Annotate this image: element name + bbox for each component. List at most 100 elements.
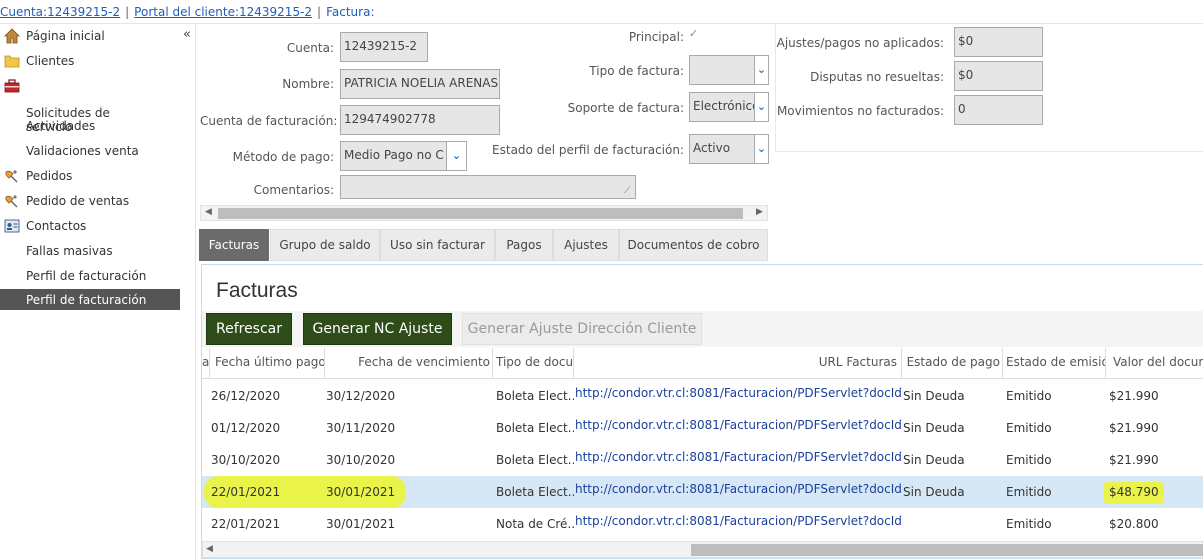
cell-fecha-pago: 26/12/2020 [211,389,281,403]
breadcrumb-portal-link[interactable]: Portal del cliente:12439215-2 [134,5,312,19]
chevron-down-icon[interactable]: ⌄ [754,93,768,121]
column-header[interactable]: a [202,348,210,378]
tab-ajustes[interactable]: Ajustes [553,229,619,261]
cell-fecha-venc: 30/10/2020 [326,453,396,467]
cell-tipo-doc: Boleta Elect... [496,421,574,435]
generate-address-button[interactable]: Generar Ajuste Dirección Cliente [462,313,702,345]
movimientos-label: Movimientos no facturados: [776,104,944,118]
form-horizontal-scrollbar[interactable]: ◀ ▶ [200,205,768,221]
tab-grupo-saldo[interactable]: Grupo de saldo [270,229,380,261]
column-header-estado-pago[interactable]: Estado de pago [902,348,1003,378]
scrollbar-thumb[interactable] [691,544,1203,556]
cell-url-link[interactable]: http://condor.vtr.cl:8081/Facturacion/PD… [575,418,902,432]
sidebar-item-pedidos[interactable]: Pedidos [0,165,180,187]
tab-documentos-cobro[interactable]: Documentos de cobro [619,229,768,261]
table-row[interactable]: 22/01/2021 30/01/2021 Nota de Cré... htt… [202,508,1203,540]
tab-uso-sin-facturar[interactable]: Uso sin facturar [380,229,495,261]
sidebar-item-validaciones-venta[interactable]: Validaciones venta [0,140,180,162]
chevron-down-icon[interactable]: ⌄ [754,135,768,163]
sidebar-item-label: Página inicial [26,29,105,43]
sidebar-item-actividades[interactable]: Actividades [0,115,180,137]
refresh-button[interactable]: Refrescar [206,313,292,345]
table-row-selected[interactable]: 22/01/2021 30/01/2021 Boleta Elect... ht… [202,476,1203,508]
principal-checkbox[interactable]: ✓ [689,28,701,40]
sidebar-item-label: Pedido de ventas [26,194,130,208]
cell-url-link[interactable]: http://condor.vtr.cl:8081/Facturacion/PD… [575,482,902,496]
sidebar: « Página inicial Clientes Solicitudes de… [0,24,196,559]
sidebar-item-pagina-inicial[interactable]: Página inicial [0,25,180,47]
sidebar-item-label: Contactos [26,219,87,233]
nombre-field[interactable]: PATRICIA NOELIA ARENAS [340,69,500,99]
sidebar-item-perfil-facturacion-selected[interactable]: Perfil de facturación [0,289,180,310]
table-row[interactable]: 26/12/2020 30/12/2020 Boleta Elect... ht… [202,380,1203,412]
estado-perfil-label: Estado del perfil de facturación: [492,143,684,157]
nombre-label: Nombre: [282,77,334,91]
movimientos-field[interactable]: 0 [954,95,1043,125]
column-header-fecha-pago[interactable]: Fecha último pago [210,348,325,378]
sidebar-item-contactos[interactable]: Contactos [0,215,180,237]
sidebar-item-pedido-de-ventas[interactable]: Pedido de ventas [0,190,180,212]
metodo-pago-value: Medio Pago no C [344,148,444,162]
chevron-down-icon[interactable]: ⌄ [446,142,466,170]
resize-handle-icon[interactable]: ⟋ [624,186,634,196]
sidebar-item-label: Perfil de facturación [26,293,147,307]
cell-estado-emision: Emitido [1006,517,1052,531]
generate-nc-button[interactable]: Generar NC Ajuste [303,313,452,345]
cell-url-link[interactable]: http://condor.vtr.cl:8081/Facturacion/PD… [575,514,902,528]
cell-estado-pago: Sin Deuda [903,453,965,467]
metodo-pago-label: Método de pago: [232,150,334,164]
sidebar-item-solicitudes[interactable]: Solicitudes de servicio [0,75,180,134]
ajustes-field[interactable]: $0 [954,27,1043,57]
cell-url-link[interactable]: http://condor.vtr.cl:8081/Facturacion/PD… [575,450,902,464]
sidebar-item-fallas-masivas[interactable]: Fallas masivas [0,240,180,262]
tipo-factura-label: Tipo de factura: [589,64,684,78]
sidebar-item-label: Pedidos [26,169,73,183]
scrollbar-thumb[interactable] [218,208,743,219]
column-header-fecha-venc[interactable]: Fecha de vencimiento [325,348,493,378]
cell-estado-emision: Emitido [1006,485,1052,499]
comentarios-label: Comentarios: [253,183,334,197]
scroll-left-icon[interactable]: ◀ [205,207,212,217]
breadcrumb-account-link[interactable]: Cuenta:12439215-2 [0,5,120,19]
table-horizontal-scrollbar[interactable]: ◀ [202,541,1203,558]
column-header-url[interactable]: URL Facturas [574,348,902,378]
sidebar-item-label: Clientes [26,54,75,68]
cell-estado-emision: Emitido [1006,421,1052,435]
scroll-left-icon[interactable]: ◀ [206,544,213,554]
cell-estado-pago: Sin Deuda [903,421,965,435]
table-row[interactable]: 01/12/2020 30/11/2020 Boleta Elect... ht… [202,412,1203,444]
sidebar-item-label: Fallas masivas [26,244,113,258]
cell-tipo-doc: Boleta Elect... [496,453,574,467]
disputas-field[interactable]: $0 [954,61,1043,91]
estado-perfil-value: Activo [693,141,731,155]
sidebar-item-perfil-facturacion[interactable]: Perfil de facturación [0,265,180,287]
comentarios-textarea[interactable] [340,175,636,199]
tab-facturas[interactable]: Facturas [199,229,269,261]
scroll-right-icon[interactable]: ▶ [756,207,763,217]
column-header-tipo-doc[interactable]: Tipo de docu [493,348,574,378]
column-header-estado-emision[interactable]: Estado de emisió [1003,348,1106,378]
sidebar-item-clientes[interactable]: Clientes [0,50,180,72]
cell-estado-pago: Sin Deuda [903,389,965,403]
table-row[interactable]: 30/10/2020 30/10/2020 Boleta Elect... ht… [202,444,1203,476]
cuenta-field[interactable]: 12439215-2 [340,32,428,62]
breadcrumb: Cuenta:12439215-2 | Portal del cliente:124… [0,0,1203,24]
cuenta-label: Cuenta: [286,41,334,55]
soporte-factura-value: Electrónico [693,99,760,113]
ajustes-label: Ajustes/pagos no aplicados: [776,36,944,50]
cell-url-link[interactable]: http://condor.vtr.cl:8081/Facturacion/PD… [575,386,902,400]
breadcrumb-separator: | [317,5,322,19]
cell-tipo-doc: Boleta Elect... [496,389,574,403]
cell-fecha-venc: 30/12/2020 [326,389,396,403]
cell-estado-emision: Emitido [1006,389,1052,403]
chevron-down-icon[interactable]: ⌄ [754,56,768,84]
tab-pagos[interactable]: Pagos [495,229,553,261]
cuenta-facturacion-field[interactable]: 129474902778 [340,105,500,135]
breadcrumb-separator: | [125,5,130,19]
cell-valor: $21.990 [1109,421,1159,435]
panel-title: Facturas [216,279,298,302]
soporte-factura-label: Soporte de factura: [567,101,684,115]
home-icon [4,28,20,44]
column-header-valor[interactable]: Valor del docum [1106,348,1203,378]
collapse-sidebar-icon[interactable]: « [183,27,191,42]
